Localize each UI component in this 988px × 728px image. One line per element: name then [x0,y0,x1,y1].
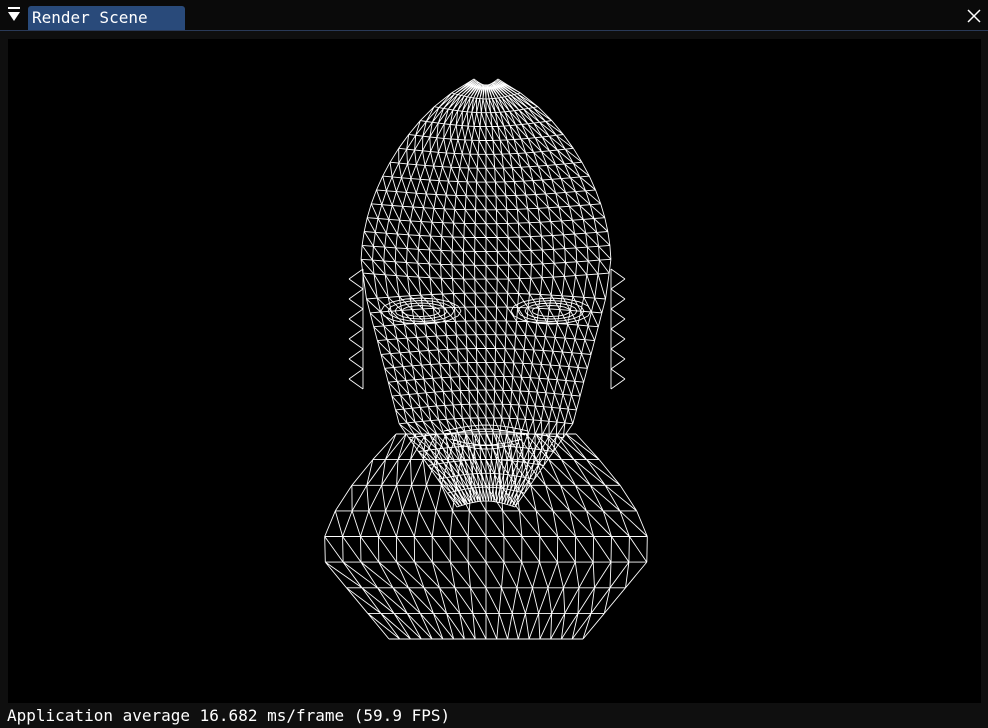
close-x-icon[interactable] [966,8,982,24]
render-scene-window: Render Scene Application average 16.682 … [0,0,988,728]
fps-status-text: Application average 16.682 ms/frame (59.… [7,706,451,725]
collapse-triangle-icon[interactable] [8,7,20,21]
render-viewport[interactable] [8,39,981,703]
tab-render-scene[interactable]: Render Scene [28,6,185,30]
wireframe-edges [324,78,648,640]
head-wireframe-mesh [324,78,648,640]
window-title-bar[interactable]: Render Scene [0,0,988,31]
